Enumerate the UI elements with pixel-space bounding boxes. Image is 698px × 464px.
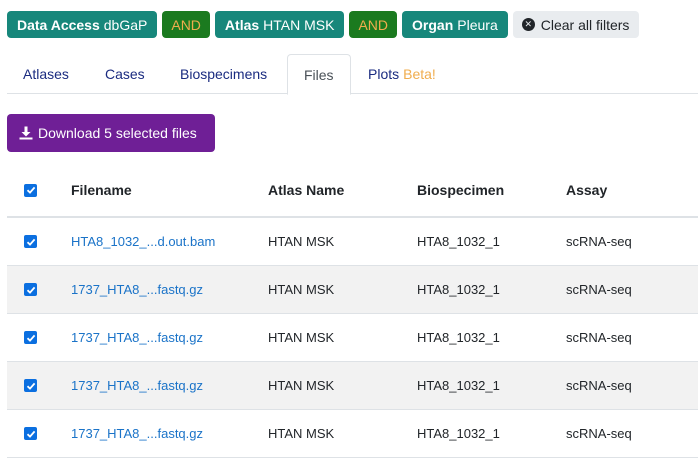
row-checkbox-cell (24, 266, 37, 313)
download-label: Download 5 selected files (38, 125, 197, 141)
filename-link[interactable]: 1737_HTA8_...fastq.gz (71, 410, 203, 457)
column-header-atlas-name[interactable]: Atlas Name (268, 164, 344, 216)
close-circle-icon: ✕ (521, 18, 535, 31)
select-all-checkbox[interactable] (24, 183, 37, 197)
table-header-row: Filename Atlas Name Biospecimen Assay (7, 164, 698, 218)
row-checkbox-cell (24, 218, 37, 265)
atlas-name-cell: HTAN MSK (268, 234, 335, 249)
biospecimen-cell: HTA8_1032_1 (417, 426, 500, 441)
atlas-name-cell: HTAN MSK (268, 378, 335, 393)
table-row: 1737_HTA8_...fastq.gz HTAN MSK HTA8_1032… (7, 410, 698, 458)
checkbox-checked-icon (26, 238, 35, 246)
tab-atlases[interactable]: Atlases (23, 54, 69, 94)
atlas-name-cell: HTAN MSK (268, 330, 335, 345)
assay-cell: scRNA-seq (566, 282, 632, 297)
column-header-filename[interactable]: Filename (71, 164, 132, 216)
download-icon (19, 126, 33, 140)
table-row: 1737_HTA8_...fastq.gz HTAN MSK HTA8_1032… (7, 362, 698, 410)
filter-bar: Data Access dbGaP AND Atlas HTAN MSK AND… (7, 11, 640, 38)
row-checkbox-cell (24, 362, 37, 409)
assay-cell: scRNA-seq (566, 234, 632, 249)
filter-key: Data Access (17, 16, 100, 33)
filter-pill-data-access[interactable]: Data Access dbGaP (7, 11, 158, 38)
and-connector: AND (162, 11, 210, 38)
and-connector: AND (349, 11, 398, 38)
filter-value: Pleura (457, 16, 498, 33)
filter-key: Organ (412, 16, 454, 33)
column-header-assay[interactable]: Assay (566, 164, 607, 216)
assay-cell: scRNA-seq (566, 378, 632, 393)
filename-link[interactable]: 1737_HTA8_...fastq.gz (71, 362, 203, 409)
beta-badge: Beta! (403, 66, 436, 82)
tab-cases[interactable]: Cases (105, 54, 145, 94)
row-checkbox[interactable] (24, 283, 37, 296)
clear-all-filters-label: Clear all filters (540, 16, 630, 33)
filter-key: Atlas (224, 16, 260, 33)
checkbox-checked-icon (26, 382, 35, 390)
atlas-name-cell: HTAN MSK (268, 282, 335, 297)
row-checkbox[interactable] (24, 235, 37, 248)
tab-plots-label: Plots (368, 66, 400, 82)
filename-link[interactable]: HTA8_1032_...d.out.bam (71, 218, 215, 265)
column-header-biospecimen[interactable]: Biospecimen (417, 164, 504, 216)
filter-value: HTAN MSK (263, 16, 335, 33)
filter-pill-organ[interactable]: Organ Pleura (402, 11, 508, 38)
row-checkbox-cell (24, 410, 37, 457)
clear-all-filters-button[interactable]: ✕ Clear all filters (512, 11, 640, 38)
row-checkbox[interactable] (24, 427, 37, 440)
row-checkbox[interactable] (24, 331, 37, 344)
row-checkbox-cell (24, 314, 37, 361)
checkbox-checked-icon (26, 186, 35, 194)
tab-biospecimens[interactable]: Biospecimens (180, 54, 267, 94)
row-checkbox[interactable] (24, 379, 37, 392)
filename-link[interactable]: 1737_HTA8_...fastq.gz (71, 266, 203, 313)
biospecimen-cell: HTA8_1032_1 (417, 378, 500, 393)
biospecimen-cell: HTA8_1032_1 (417, 282, 500, 297)
tab-files[interactable]: Files (287, 54, 351, 95)
download-selected-files-button[interactable]: Download 5 selected files (7, 114, 215, 152)
table-row: 1737_HTA8_...fastq.gz HTAN MSK HTA8_1032… (7, 314, 698, 362)
files-table: Filename Atlas Name Biospecimen Assay HT… (7, 164, 698, 458)
biospecimen-cell: HTA8_1032_1 (417, 330, 500, 345)
table-row: 1737_HTA8_...fastq.gz HTAN MSK HTA8_1032… (7, 266, 698, 314)
assay-cell: scRNA-seq (566, 426, 632, 441)
table-row: HTA8_1032_...d.out.bam HTAN MSK HTA8_103… (7, 218, 698, 266)
checkbox-checked-icon (26, 286, 35, 294)
select-all-cell (24, 164, 37, 216)
tab-plots[interactable]: Plots Beta! (368, 54, 436, 94)
filter-pill-atlas[interactable]: Atlas HTAN MSK (214, 11, 345, 38)
checkbox-checked-icon (26, 430, 35, 438)
checkbox-checked-icon (26, 334, 35, 342)
assay-cell: scRNA-seq (566, 330, 632, 345)
atlas-name-cell: HTAN MSK (268, 426, 335, 441)
biospecimen-cell: HTA8_1032_1 (417, 234, 500, 249)
filter-value: dbGaP (103, 16, 148, 33)
tab-bar: Atlases Cases Biospecimens Files Plots B… (7, 54, 698, 95)
filename-link[interactable]: 1737_HTA8_...fastq.gz (71, 314, 203, 361)
